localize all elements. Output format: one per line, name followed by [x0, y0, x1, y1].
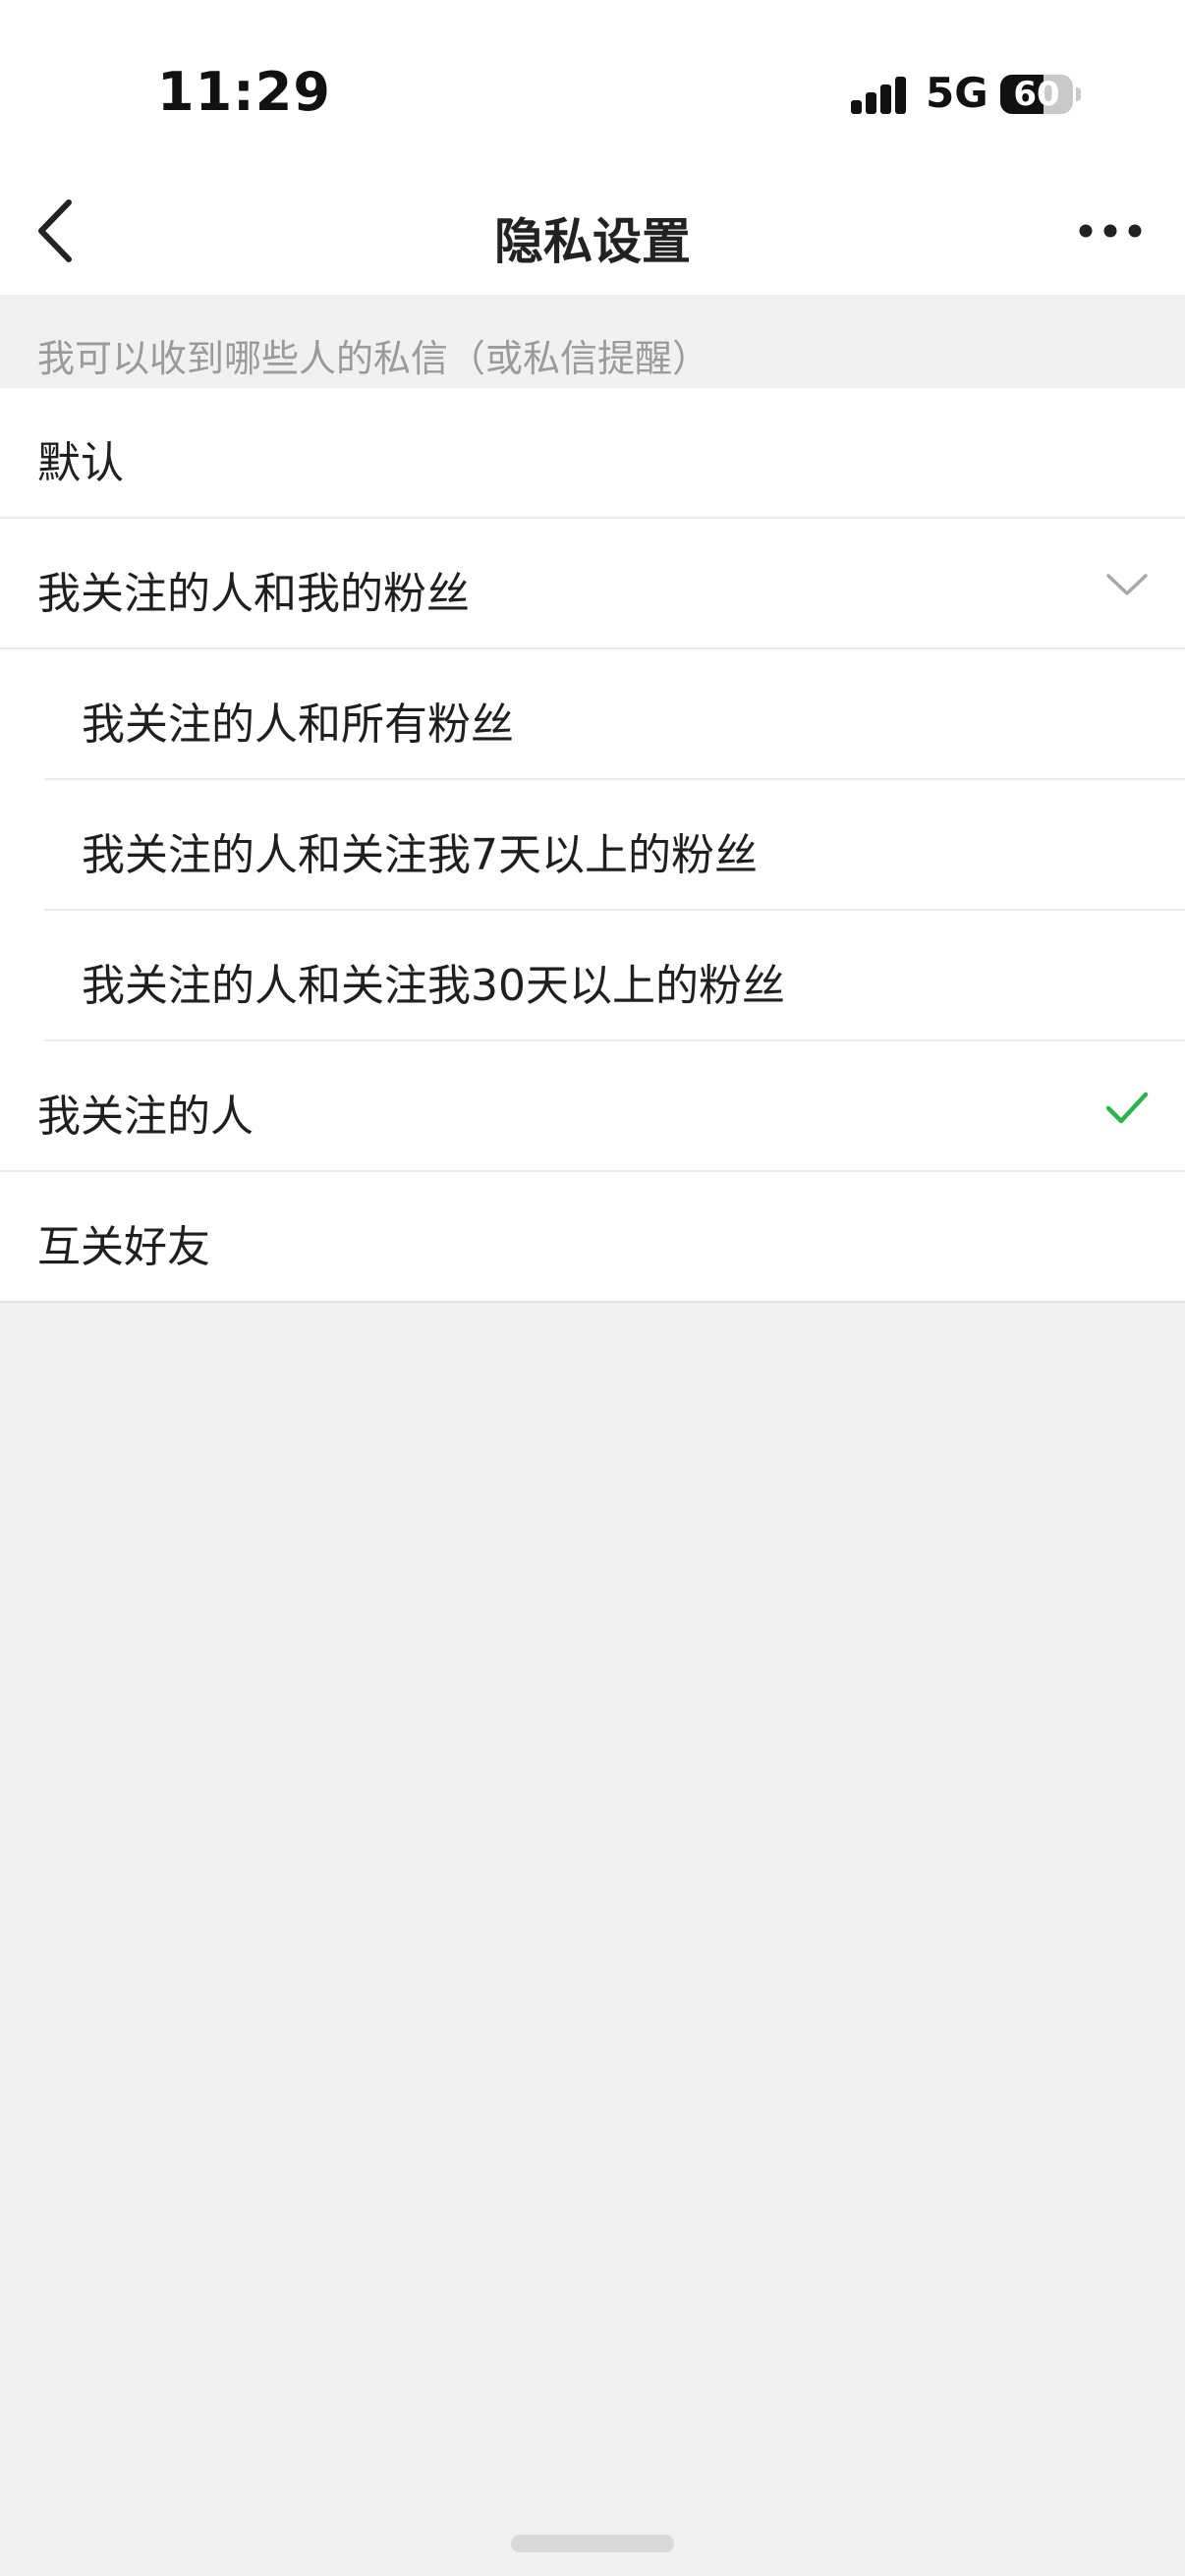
page-title: 隐私设置	[494, 213, 691, 270]
more-dots-icon	[1079, 224, 1142, 238]
battery-icon: 60	[1000, 75, 1073, 114]
option-label: 默认	[37, 438, 124, 488]
option-mutual-friends[interactable]: 互关好友	[0, 1172, 1185, 1303]
section-header-text: 我可以收到哪些人的私信（或私信提醒）	[37, 337, 710, 380]
option-label: 我关注的人和我的粉丝	[37, 569, 470, 619]
option-following-and-fans-30-days[interactable]: 我关注的人和关注我30天以上的粉丝	[44, 911, 1185, 1041]
options-list: 默认 我关注的人和我的粉丝 我关注的人和所有粉丝 我关注的人和关注我7天以上的粉…	[0, 388, 1185, 1303]
option-following-and-all-fans[interactable]: 我关注的人和所有粉丝	[44, 649, 1185, 780]
chevron-down-icon	[1106, 574, 1148, 595]
signal-icon	[851, 77, 908, 114]
option-label: 我关注的人和关注我30天以上的粉丝	[82, 961, 785, 1011]
option-following-and-fans-7-days[interactable]: 我关注的人和关注我7天以上的粉丝	[44, 780, 1185, 911]
option-label: 我关注的人和所有粉丝	[82, 700, 514, 750]
nav-bar: 隐私设置	[0, 167, 1185, 295]
option-label: 互关好友	[37, 1222, 210, 1272]
option-default[interactable]: 默认	[0, 388, 1185, 519]
home-indicator	[511, 2535, 674, 2552]
section-header: 我可以收到哪些人的私信（或私信提醒）	[0, 295, 1185, 388]
option-label: 我关注的人和关注我7天以上的粉丝	[82, 830, 758, 880]
status-time: 11:29	[157, 61, 331, 123]
checkmark-icon	[1105, 1092, 1149, 1124]
battery-tip	[1076, 87, 1081, 101]
option-following-only[interactable]: 我关注的人	[0, 1041, 1185, 1172]
option-following-and-my-fans[interactable]: 我关注的人和我的粉丝	[0, 519, 1185, 649]
network-type: 5G	[926, 69, 988, 117]
option-label: 我关注的人	[37, 1092, 254, 1142]
battery-level: 60	[1013, 75, 1060, 114]
status-bar: 11:29 5G 60	[0, 0, 1185, 167]
more-button[interactable]	[1069, 195, 1157, 267]
